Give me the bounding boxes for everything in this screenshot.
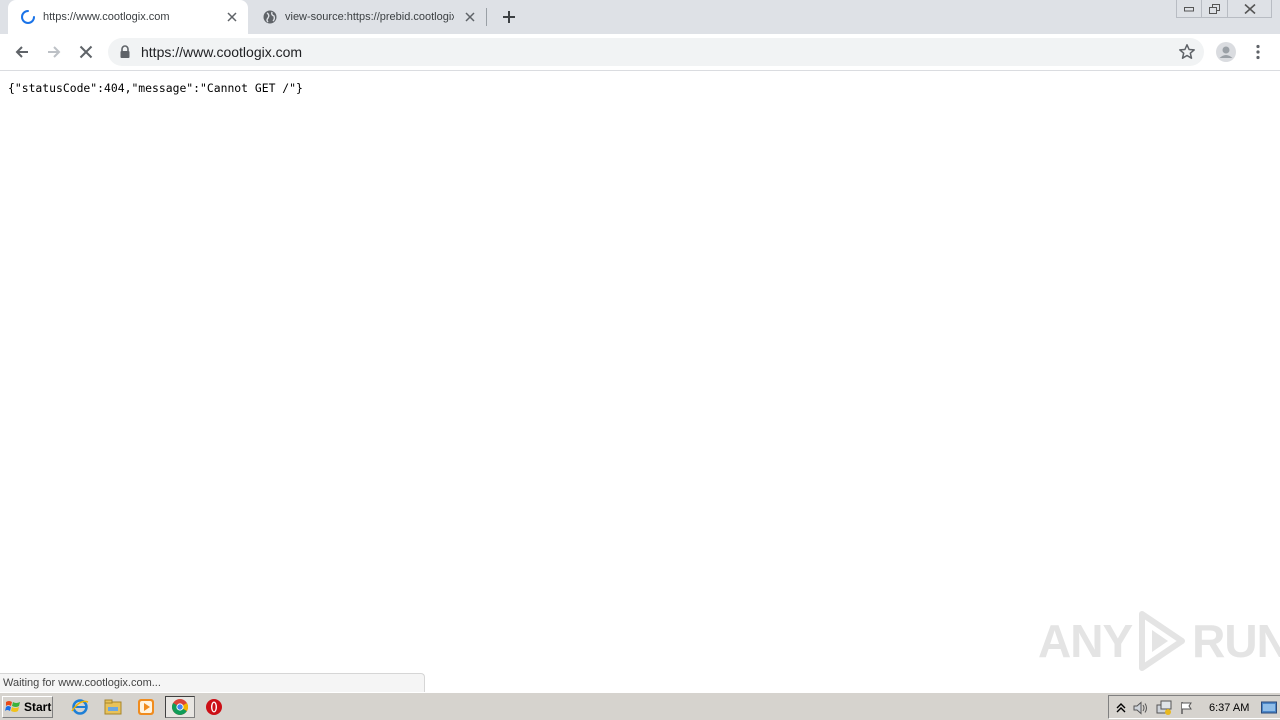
screen: https://www.cootlogix.com view-source:ht…: [0, 0, 1280, 720]
window-close-button[interactable]: [1228, 0, 1272, 18]
taskbar: Start 6:37 AM: [0, 692, 1280, 720]
show-desktop-icon[interactable]: [1261, 700, 1277, 716]
stop-x-icon: [79, 45, 93, 59]
system-tray: 6:37 AM: [1108, 695, 1280, 719]
play-logo-icon: [1139, 611, 1186, 671]
volume-icon[interactable]: [1133, 700, 1149, 716]
close-icon[interactable]: [462, 9, 478, 25]
new-tab-button[interactable]: [499, 7, 519, 27]
restore-button[interactable]: [1202, 0, 1228, 18]
tab-separator: [486, 8, 487, 26]
minimize-button[interactable]: [1176, 0, 1202, 18]
ie-icon[interactable]: [69, 697, 91, 717]
restore-icon: [1208, 3, 1220, 14]
close-icon[interactable]: [224, 9, 240, 25]
network-icon[interactable]: [1156, 700, 1172, 716]
json-response-text: {"statusCode":404,"message":"Cannot GET …: [8, 81, 303, 95]
kebab-menu-icon: [1256, 44, 1260, 60]
address-bar[interactable]: https://www.cootlogix.com: [108, 38, 1204, 66]
watermark-left: ANY: [1038, 615, 1133, 667]
clock: 6:37 AM: [1209, 702, 1250, 714]
forward-arrow-icon: [48, 46, 61, 58]
minimize-icon: [1184, 6, 1194, 11]
globe-icon: [262, 9, 278, 25]
back-button[interactable]: [10, 40, 34, 64]
forward-button[interactable]: [42, 40, 66, 64]
profile-button[interactable]: [1214, 40, 1238, 64]
back-arrow-icon: [15, 46, 28, 58]
show-hidden-icons-icon[interactable]: [1113, 700, 1129, 716]
tab-strip: https://www.cootlogix.com view-source:ht…: [0, 0, 1280, 34]
tab-view-source[interactable]: view-source:https://prebid.cootlogix: [250, 0, 486, 34]
close-icon: [1243, 3, 1256, 14]
anyrun-watermark: ANY RUN: [1038, 608, 1280, 674]
status-bubble: Waiting for www.cootlogix.com...: [0, 673, 425, 692]
start-label: Start: [24, 700, 52, 714]
plus-icon: [503, 11, 515, 23]
windows-logo-icon: [5, 701, 20, 712]
media-player-icon[interactable]: [135, 697, 157, 717]
watermark-right: RUN: [1192, 615, 1280, 667]
menu-button[interactable]: [1246, 40, 1270, 64]
page-content: {"statusCode":404,"message":"Cannot GET …: [0, 72, 1280, 692]
start-button[interactable]: Start: [2, 696, 53, 718]
window-controls: [1176, 0, 1272, 18]
explorer-icon[interactable]: [102, 697, 124, 717]
action-center-flag-icon[interactable]: [1179, 700, 1195, 716]
stop-button[interactable]: [74, 40, 98, 64]
bookmark-star-icon[interactable]: [1178, 43, 1196, 61]
browser-toolbar: https://www.cootlogix.com: [0, 34, 1280, 71]
tab-cootlogix[interactable]: https://www.cootlogix.com: [8, 0, 248, 34]
avatar-icon: [1216, 42, 1236, 62]
lock-icon: [118, 44, 132, 60]
address-text: https://www.cootlogix.com: [141, 44, 303, 60]
chrome-icon[interactable]: [165, 696, 195, 718]
tab-title: view-source:https://prebid.cootlogix: [285, 11, 454, 23]
opera-icon[interactable]: [203, 697, 225, 717]
tab-title: https://www.cootlogix.com: [43, 11, 170, 23]
loading-spinner-icon: [20, 9, 36, 25]
